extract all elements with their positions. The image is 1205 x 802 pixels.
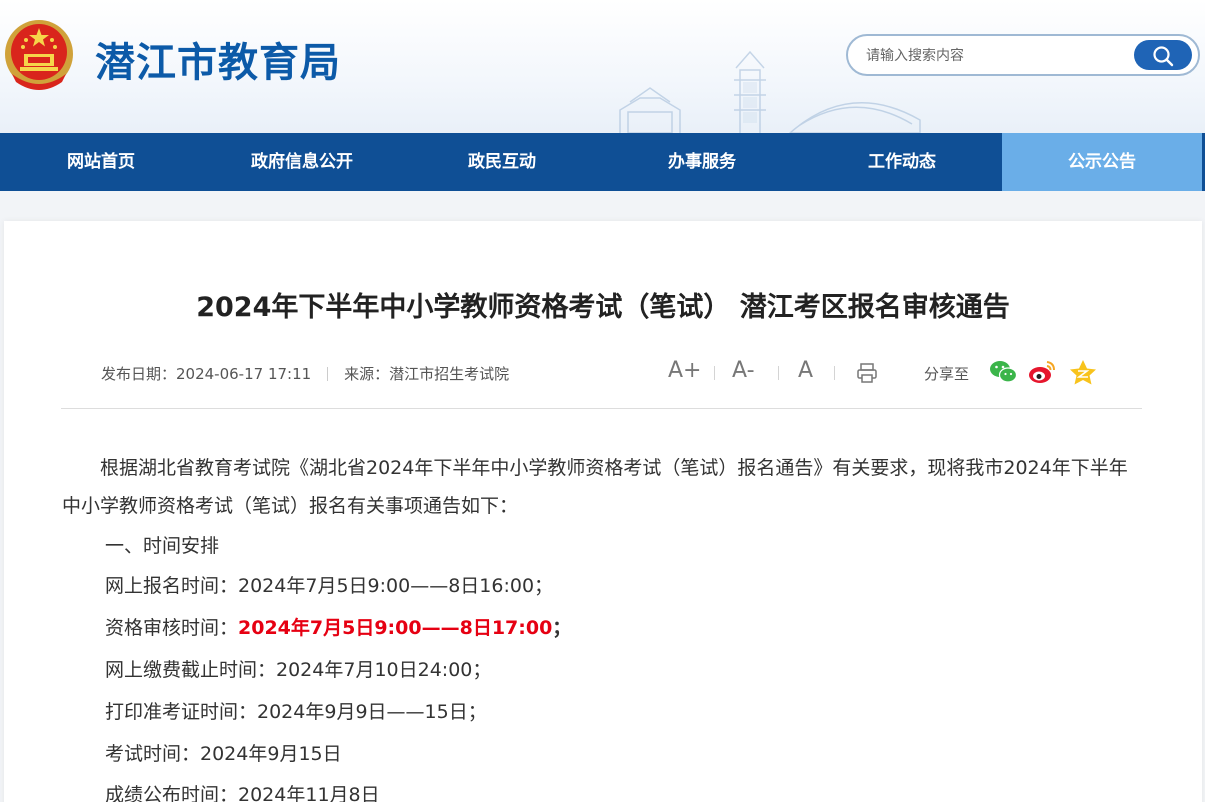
weibo-icon[interactable] xyxy=(1027,358,1057,386)
site-title[interactable]: 潜江市教育局 xyxy=(95,30,341,88)
font-decrease-button[interactable]: A- xyxy=(732,358,755,383)
nav-item-news[interactable]: 工作动态 xyxy=(802,133,1002,191)
site-header: 潜江市教育局 xyxy=(0,0,1205,133)
nav-item-interaction[interactable]: 政民互动 xyxy=(402,133,602,191)
main-nav: 网站首页 政府信息公开 政民互动 办事服务 工作动态 公示公告 xyxy=(0,133,1205,191)
nav-item-announcements[interactable]: 公示公告 xyxy=(1002,133,1202,191)
font-default-button[interactable]: A xyxy=(798,358,813,383)
schedule-review: 资格审核时间：2024年7月5日9:00——8日17:00； xyxy=(105,613,571,640)
schedule-exam-time: 考试时间：2024年9月15日 xyxy=(105,743,342,765)
schedule-online-registration: 网上报名时间：2024年7月5日9:00——8日16:00； xyxy=(105,575,554,597)
intro-paragraph: 根据湖北省教育考试院《湖北省2024年下半年中小学教师资格考试（笔试）报名通告》… xyxy=(62,457,1128,517)
review-value: 2024年7月5日9:00——8日17:00 xyxy=(238,617,553,639)
tool-divider xyxy=(714,366,715,380)
share-label: 分享至 xyxy=(924,365,970,383)
article-title: 2024年下半年中小学教师资格考试（笔试） 潜江考区报名审核通告 xyxy=(196,292,1010,323)
wechat-icon[interactable] xyxy=(988,358,1018,386)
meta-divider-line xyxy=(61,408,1142,409)
tool-divider xyxy=(834,366,835,380)
font-increase-button[interactable]: A+ xyxy=(668,358,701,383)
search-icon xyxy=(1153,46,1174,67)
search-box xyxy=(846,34,1200,76)
tool-divider xyxy=(778,366,779,380)
nav-item-home[interactable]: 网站首页 xyxy=(0,133,202,191)
schedule-results-time: 成绩公布时间：2024年11月8日 xyxy=(105,784,380,802)
section-heading: 一、时间安排 xyxy=(105,535,220,557)
national-emblem-icon xyxy=(5,20,73,90)
schedule-payment-deadline: 网上缴费截止时间：2024年7月10日24:00； xyxy=(105,659,492,681)
search-input[interactable] xyxy=(866,46,1126,66)
article-body: 根据湖北省教育考试院《湖北省2024年下半年中小学教师资格考试（笔试）报名通告》… xyxy=(62,449,1142,525)
meta-divider xyxy=(327,367,329,381)
article-meta: 发布日期：2024-06-17 17:11 来源：潜江市招生考试院 xyxy=(101,363,509,384)
search-button[interactable] xyxy=(1134,40,1192,70)
article-source: 来源：潜江市招生考试院 xyxy=(344,365,510,383)
nav-item-gov-info[interactable]: 政府信息公开 xyxy=(202,133,402,191)
publish-date: 发布日期：2024-06-17 17:11 xyxy=(101,365,312,383)
nav-item-services[interactable]: 办事服务 xyxy=(602,133,802,191)
schedule-admission-ticket: 打印准考证时间：2024年9月9日——15日； xyxy=(105,701,487,723)
article-card: 2024年下半年中小学教师资格考试（笔试） 潜江考区报名审核通告 发布日期：20… xyxy=(4,221,1202,802)
review-suffix: ； xyxy=(552,617,572,639)
print-icon[interactable] xyxy=(856,362,878,384)
review-label: 资格审核时间： xyxy=(105,617,239,639)
qzone-icon[interactable] xyxy=(1068,358,1098,386)
